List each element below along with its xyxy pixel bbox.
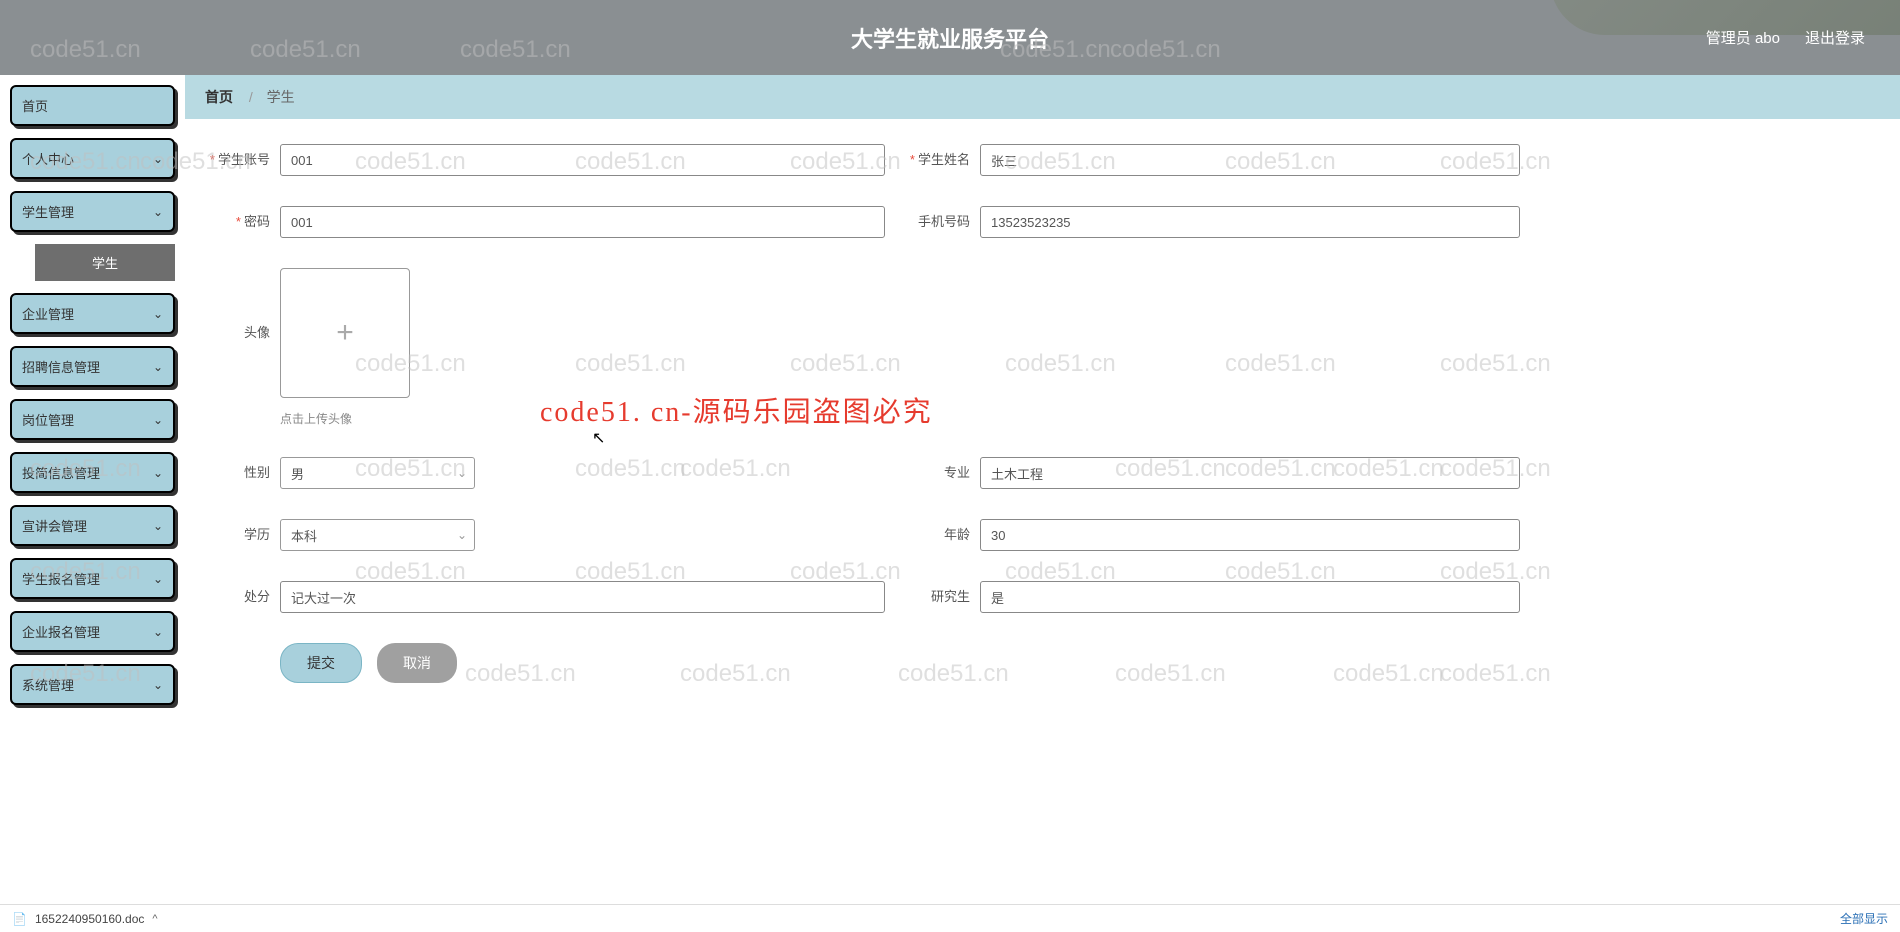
submit-button[interactable]: 提交 — [280, 643, 362, 683]
chevron-down-icon: ⌄ — [153, 307, 163, 321]
label-age: 年龄 — [905, 519, 980, 551]
chevron-down-icon: ⌄ — [153, 572, 163, 586]
chevron-down-icon: ⌄ — [153, 413, 163, 427]
chevron-down-icon: ⌄ — [153, 152, 163, 166]
sidebar-item-home[interactable]: 首页 — [10, 85, 175, 126]
breadcrumb-current: 学生 — [267, 89, 295, 105]
sidebar-item-enterprise-signup[interactable]: 企业报名管理 ⌄ — [10, 611, 175, 652]
sidebar-label: 学生 — [92, 253, 118, 272]
chevron-down-icon: ⌄ — [153, 678, 163, 692]
sidebar-item-system[interactable]: 系统管理 ⌄ — [10, 664, 175, 705]
sidebar-item-position[interactable]: 岗位管理 ⌄ — [10, 399, 175, 440]
label-avatar: 头像 — [205, 268, 280, 398]
user-label[interactable]: 管理员 abo — [1706, 27, 1780, 48]
form-area: *学生账号 *学生姓名 *密码 手机号码 — [185, 119, 1900, 904]
age-input[interactable] — [980, 519, 1520, 551]
sidebar-item-resume[interactable]: 投简信息管理 ⌄ — [10, 452, 175, 493]
breadcrumb-sep: / — [249, 89, 253, 105]
avatar-hint: 点击上传头像 — [280, 410, 410, 427]
sidebar-label: 首页 — [22, 96, 48, 115]
header-right: 管理员 abo 退出登录 — [1706, 27, 1865, 48]
punishment-input[interactable] — [280, 581, 885, 613]
label-password: *密码 — [205, 206, 280, 238]
breadcrumb: 首页 / 学生 — [185, 75, 1900, 119]
sidebar-label: 宣讲会管理 — [22, 516, 87, 535]
phone-input[interactable] — [980, 206, 1520, 238]
main-content: 首页 / 学生 *学生账号 *学生姓名 *密码 — [185, 75, 1900, 904]
avatar-upload[interactable]: + — [280, 268, 410, 398]
breadcrumb-home[interactable]: 首页 — [205, 89, 233, 105]
logout-link[interactable]: 退出登录 — [1805, 27, 1865, 48]
sidebar-item-recruit[interactable]: 招聘信息管理 ⌄ — [10, 346, 175, 387]
education-select[interactable] — [280, 519, 475, 551]
sidebar-label: 企业报名管理 — [22, 622, 100, 641]
label-name: *学生姓名 — [905, 144, 980, 176]
password-input[interactable] — [280, 206, 885, 238]
label-education: 学历 — [205, 519, 280, 551]
download-filename: 1652240950160.doc — [35, 912, 144, 926]
sidebar-label: 招聘信息管理 — [22, 357, 100, 376]
sidebar-item-enterprise[interactable]: 企业管理 ⌄ — [10, 293, 175, 334]
major-input[interactable] — [980, 457, 1520, 489]
label-account: *学生账号 — [205, 144, 280, 176]
chevron-down-icon: ⌄ — [153, 205, 163, 219]
sidebar-item-student-mgmt[interactable]: 学生管理 ⌄ — [10, 191, 175, 232]
chevron-down-icon: ⌄ — [153, 466, 163, 480]
label-gender: 性别 — [205, 457, 280, 489]
sidebar-item-seminar[interactable]: 宣讲会管理 ⌄ — [10, 505, 175, 546]
download-showall[interactable]: 全部显示 — [1840, 910, 1888, 927]
postgrad-input[interactable] — [980, 581, 1520, 613]
sidebar-label: 岗位管理 — [22, 410, 74, 429]
sidebar: 首页 个人中心 ⌄ 学生管理 ⌄ 学生 企业管理 ⌄ 招聘信息管理 ⌄ 岗位管理 ⌄ 投简… — [0, 75, 185, 904]
chevron-down-icon: ⌄ — [153, 360, 163, 374]
label-phone: 手机号码 — [905, 206, 980, 238]
sidebar-label: 学生管理 — [22, 202, 74, 221]
chevron-down-icon: ⌄ — [153, 519, 163, 533]
sidebar-subitem-student[interactable]: 学生 — [35, 244, 175, 281]
download-bar: 📄 1652240950160.doc ^ 全部显示 — [0, 904, 1900, 932]
cancel-button[interactable]: 取消 — [377, 643, 457, 683]
sidebar-label: 学生报名管理 — [22, 569, 100, 588]
label-major: 专业 — [905, 457, 980, 489]
sidebar-item-profile[interactable]: 个人中心 ⌄ — [10, 138, 175, 179]
sidebar-label: 系统管理 — [22, 675, 74, 694]
sidebar-label: 企业管理 — [22, 304, 74, 323]
chevron-down-icon: ⌄ — [153, 625, 163, 639]
file-icon: 📄 — [12, 912, 27, 926]
name-input[interactable] — [980, 144, 1520, 176]
sidebar-label: 个人中心 — [22, 149, 74, 168]
plus-icon: + — [336, 316, 354, 350]
sidebar-item-student-signup[interactable]: 学生报名管理 ⌄ — [10, 558, 175, 599]
app-header: 大学生就业服务平台 管理员 abo 退出登录 — [0, 0, 1900, 75]
app-title: 大学生就业服务平台 — [851, 22, 1049, 54]
download-item[interactable]: 📄 1652240950160.doc ^ — [12, 912, 158, 926]
label-postgrad: 研究生 — [905, 581, 980, 613]
account-input[interactable] — [280, 144, 885, 176]
sidebar-label: 投简信息管理 — [22, 463, 100, 482]
chevron-up-icon: ^ — [152, 913, 157, 925]
label-punishment: 处分 — [205, 581, 280, 613]
gender-select[interactable] — [280, 457, 475, 489]
